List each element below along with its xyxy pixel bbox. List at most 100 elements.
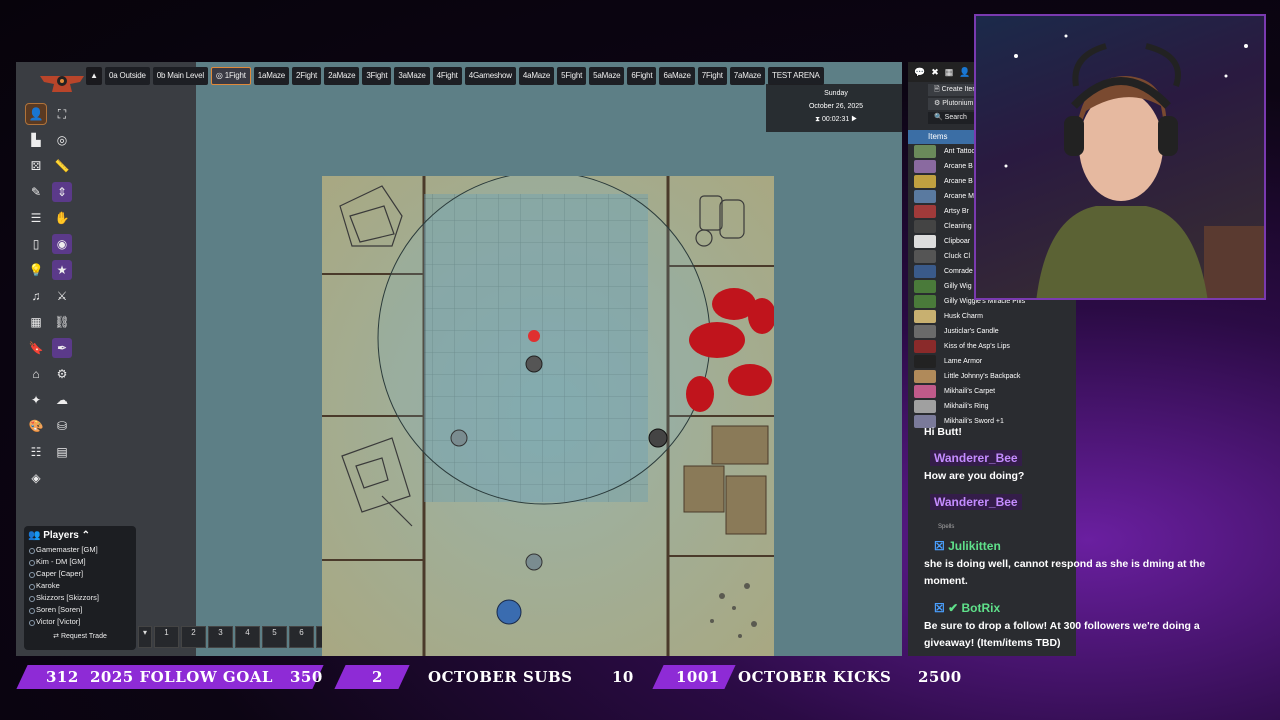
- search-placeholder: Search: [944, 114, 967, 121]
- date: October 26, 2025: [808, 103, 864, 110]
- item-name: Husk Charm: [944, 313, 983, 320]
- page-tab[interactable]: 1aMaze: [253, 67, 290, 85]
- item-thumbnail: [914, 325, 936, 338]
- film-icon[interactable]: ▤: [52, 442, 72, 462]
- weekday: Sunday: [824, 90, 848, 97]
- page-tab[interactable]: TEST ARENA: [768, 67, 824, 85]
- crossed-swords-icon[interactable]: ⚔: [52, 286, 72, 306]
- ruler-icon[interactable]: 📏: [52, 156, 72, 176]
- macro-slot[interactable]: 6: [289, 626, 314, 648]
- cloud-icon[interactable]: ☁: [52, 390, 72, 410]
- grid-icon[interactable]: ▦: [26, 312, 46, 332]
- page-tab[interactable]: 4aMaze: [518, 67, 555, 85]
- item-thumbnail: [914, 235, 936, 248]
- macro-slot[interactable]: 4: [235, 626, 260, 648]
- bookmark-icon[interactable]: 🔖: [26, 338, 46, 358]
- tiles-icon[interactable]: ▙: [26, 130, 46, 150]
- page-tab[interactable]: 4Fight: [432, 67, 462, 85]
- item-name: Mikhaili's Ring: [944, 403, 989, 410]
- page-tab[interactable]: 0a Outside: [105, 67, 150, 85]
- item-name: Mikhaili's Carpet: [944, 388, 996, 395]
- macro-slot[interactable]: 1: [154, 626, 179, 648]
- database-icon[interactable]: ⛁: [52, 416, 72, 436]
- actors-tab-icon[interactable]: 👤: [959, 67, 970, 78]
- hotbar-arrows-icon[interactable]: ▾: [138, 626, 152, 648]
- macro-slot[interactable]: 2: [181, 626, 206, 648]
- player-row: Caper [Caper]: [28, 568, 132, 580]
- player-row: Gamemaster [GM]: [28, 544, 132, 556]
- item-row[interactable]: Justiclar's Candle: [908, 324, 1076, 339]
- walls-icon[interactable]: ☰: [26, 208, 46, 228]
- item-name: Gilly Wig: [944, 283, 972, 290]
- item-row[interactable]: Husk Charm: [908, 309, 1076, 324]
- door-icon[interactable]: ▯: [26, 234, 46, 254]
- page-tab-label: 1Fight: [224, 71, 246, 80]
- chat-username-text: BotRix: [961, 601, 1001, 615]
- page-tab[interactable]: 2aMaze: [324, 67, 360, 85]
- item-thumbnail: [914, 385, 936, 398]
- item-row[interactable]: Lame Armor: [908, 354, 1076, 369]
- link-icon[interactable]: ⛓: [52, 312, 72, 332]
- item-row[interactable]: Mikhaili's Ring: [908, 399, 1076, 414]
- combat-tab-icon[interactable]: ✖: [931, 67, 939, 78]
- item-name: Cluck Cl: [944, 253, 971, 260]
- follow-goal-label: 2025 FOLLOW GOAL: [90, 668, 273, 686]
- item-row[interactable]: Kiss of the Asp's Lips: [908, 339, 1076, 354]
- star-icon[interactable]: ★: [52, 260, 72, 280]
- subs-goal-label: OCTOBER SUBS: [428, 668, 573, 686]
- wand-icon[interactable]: ✦: [26, 390, 46, 410]
- player-row: Soren [Soren]: [28, 604, 132, 616]
- page-tab[interactable]: 7aMaze: [729, 67, 766, 85]
- chat-tab-icon[interactable]: 💬: [914, 67, 925, 78]
- vtt-window: ▲ 0a Outside 0b Main Level ◎ 1Fight 1aMa…: [16, 62, 902, 656]
- music-icon[interactable]: ♫: [26, 286, 46, 306]
- hidden-eye-icon[interactable]: ◉: [52, 234, 72, 254]
- request-trade-button[interactable]: ⇄ Request Trade: [28, 632, 132, 640]
- page-tab[interactable]: 6Fight: [627, 67, 657, 85]
- page-tab[interactable]: 3aMaze: [394, 67, 430, 85]
- page-tab[interactable]: 4Gameshow: [464, 67, 516, 85]
- item-thumbnail: [914, 280, 936, 293]
- hand-icon[interactable]: ✋: [52, 208, 72, 228]
- page-tab[interactable]: 7Fight: [697, 67, 727, 85]
- dice-icon[interactable]: ⚄: [26, 156, 46, 176]
- select-icon[interactable]: ⛶: [52, 104, 72, 124]
- page-tab[interactable]: 6aMaze: [659, 67, 695, 85]
- feather-icon[interactable]: ✒: [52, 338, 72, 358]
- macro-slot[interactable]: 3: [208, 626, 233, 648]
- page-bar-toggle[interactable]: ▲: [86, 67, 102, 85]
- page-tab[interactable]: 5aMaze: [589, 67, 625, 85]
- list-icon[interactable]: ☷: [26, 442, 46, 462]
- page-tab[interactable]: 2Fight: [292, 67, 322, 85]
- item-thumbnail: [914, 340, 936, 353]
- page-tab[interactable]: 0b Main Level: [152, 67, 208, 85]
- subs-goal-current: 2: [372, 668, 383, 686]
- lightbulb-icon[interactable]: 💡: [26, 260, 46, 280]
- item-name: Cleaning: [944, 223, 972, 230]
- page-tab-active[interactable]: ◎ 1Fight: [210, 67, 251, 85]
- item-row[interactable]: Little Johnny's Backpack: [908, 369, 1076, 384]
- players-title-label: Players: [43, 530, 79, 541]
- players-title[interactable]: 👥 Players ⌃: [28, 528, 132, 544]
- macro-slot[interactable]: 5: [262, 626, 287, 648]
- gear-icon[interactable]: ⚙: [52, 364, 72, 384]
- building-icon[interactable]: ⌂: [26, 364, 46, 384]
- item-row[interactable]: Mikhaili's Carpet: [908, 384, 1076, 399]
- arrows-icon[interactable]: ⇕: [52, 182, 72, 202]
- kicks-goal-current: 1001: [676, 668, 720, 686]
- page-tab[interactable]: 3Fight: [362, 67, 392, 85]
- timer[interactable]: ⧗ 00:02:31 ▶: [766, 113, 902, 126]
- palette-icon[interactable]: 🎨: [26, 416, 46, 436]
- stream-chat: Hi Butt! Wanderer_Bee How are you doing?…: [908, 420, 1280, 656]
- token-controls-icon[interactable]: 👤: [25, 103, 47, 125]
- target-icon[interactable]: ◎: [52, 130, 72, 150]
- page-tab[interactable]: 5Fight: [557, 67, 587, 85]
- follow-goal-current: 312: [46, 668, 79, 686]
- layers-icon[interactable]: ◈: [26, 468, 46, 488]
- chat-username-text: Wanderer_Bee: [934, 451, 1018, 465]
- scenes-tab-icon[interactable]: ▦: [945, 67, 954, 78]
- pencil-icon[interactable]: ✎: [26, 182, 46, 202]
- chevron-up-icon: ⌃: [81, 530, 90, 541]
- chat-username: Wanderer_Bee: [930, 450, 1022, 466]
- battle-map[interactable]: [322, 176, 774, 656]
